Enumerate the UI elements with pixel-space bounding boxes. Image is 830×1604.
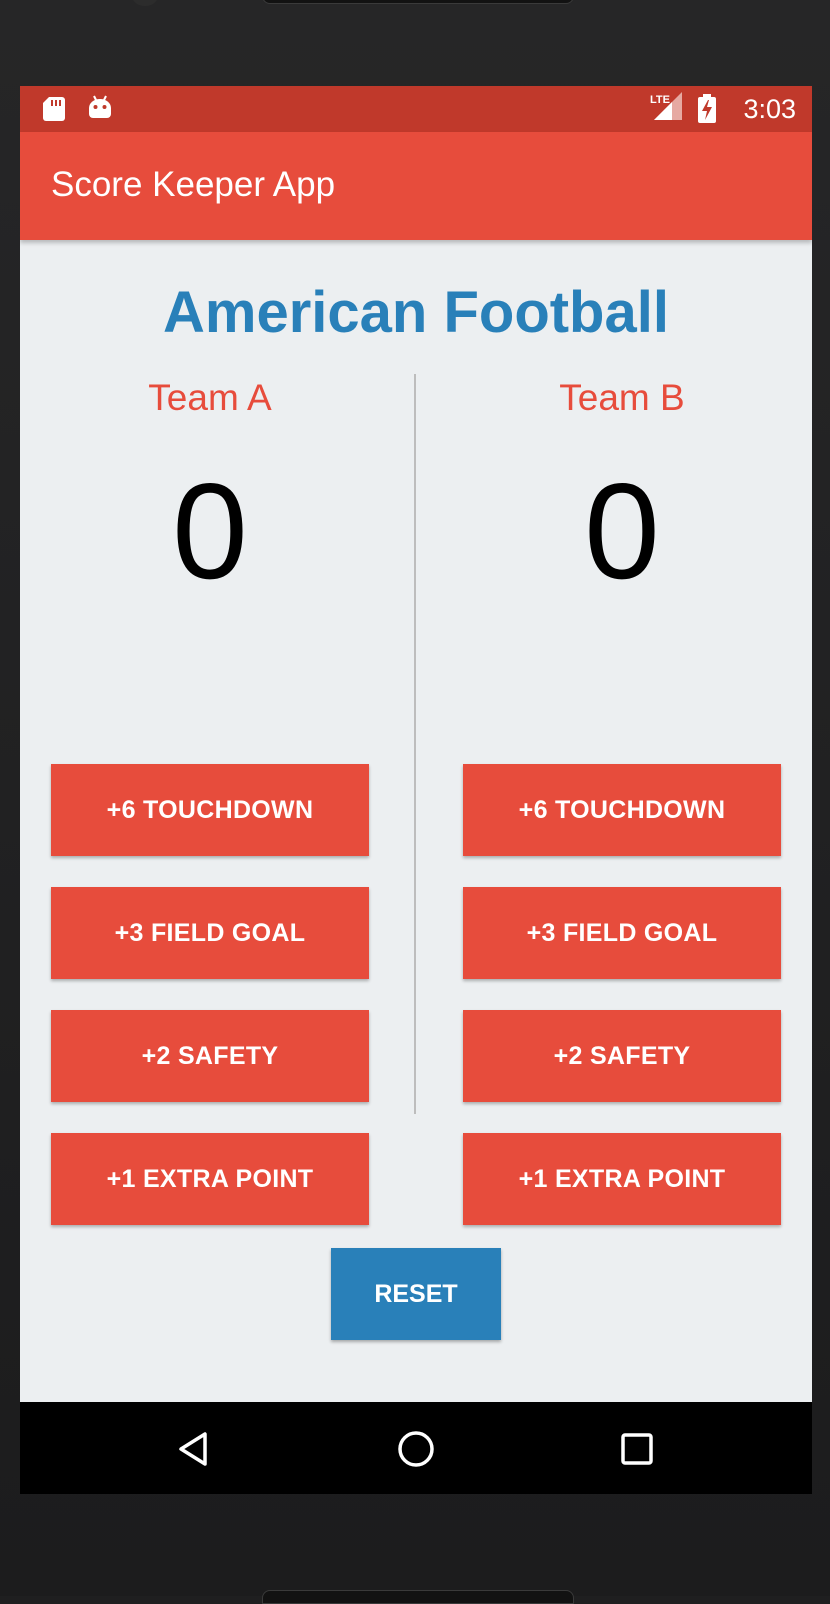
team-a-field-goal-button[interactable]: +3 FIELD GOAL <box>51 887 369 979</box>
screen: LTE 3:03 Score Keeper App American Footb… <box>20 86 812 1494</box>
team-a-touchdown-button[interactable]: +6 TOUCHDOWN <box>51 764 369 856</box>
speaker-grille-top <box>262 0 574 4</box>
speaker-grille-bottom <box>262 1590 574 1604</box>
camera-dot <box>132 0 158 6</box>
android-icon <box>87 94 113 125</box>
team-b-name: Team B <box>559 377 685 418</box>
status-time: 3:03 <box>743 94 796 124</box>
team-a-extra-point-button[interactable]: +1 EXTRA POINT <box>51 1133 369 1225</box>
team-b-score: 0 <box>584 455 660 607</box>
svg-text:LTE: LTE <box>650 94 670 106</box>
status-bar: LTE 3:03 <box>20 86 812 132</box>
home-icon[interactable] <box>391 1424 441 1474</box>
app-bar: Score Keeper App <box>20 132 812 240</box>
battery-charging-icon <box>697 94 717 129</box>
team-divider <box>414 374 416 1114</box>
lte-signal-icon: LTE <box>648 92 684 127</box>
team-a-column: Team A 0 +6 TOUCHDOWN +3 FIELD GOAL +2 S… <box>51 376 369 1225</box>
app-title: Score Keeper App <box>51 165 336 204</box>
device-frame: LTE 3:03 Score Keeper App American Footb… <box>0 0 830 1604</box>
sd-card-icon <box>42 96 66 127</box>
team-a-name: Team A <box>148 377 272 418</box>
navigation-bar <box>20 1402 812 1494</box>
team-b-safety-button[interactable]: +2 SAFETY <box>463 1010 781 1102</box>
reset-button[interactable]: RESET <box>331 1248 501 1340</box>
team-b-extra-point-button[interactable]: +1 EXTRA POINT <box>463 1133 781 1225</box>
game-title: American Football <box>163 280 669 345</box>
team-a-safety-button[interactable]: +2 SAFETY <box>51 1010 369 1102</box>
team-b-column: Team B 0 +6 TOUCHDOWN +3 FIELD GOAL +2 S… <box>463 376 781 1225</box>
team-b-touchdown-button[interactable]: +6 TOUCHDOWN <box>463 764 781 856</box>
team-a-score: 0 <box>172 455 248 607</box>
team-b-field-goal-button[interactable]: +3 FIELD GOAL <box>463 887 781 979</box>
recents-icon[interactable] <box>612 1424 662 1474</box>
back-icon[interactable] <box>171 1424 221 1474</box>
